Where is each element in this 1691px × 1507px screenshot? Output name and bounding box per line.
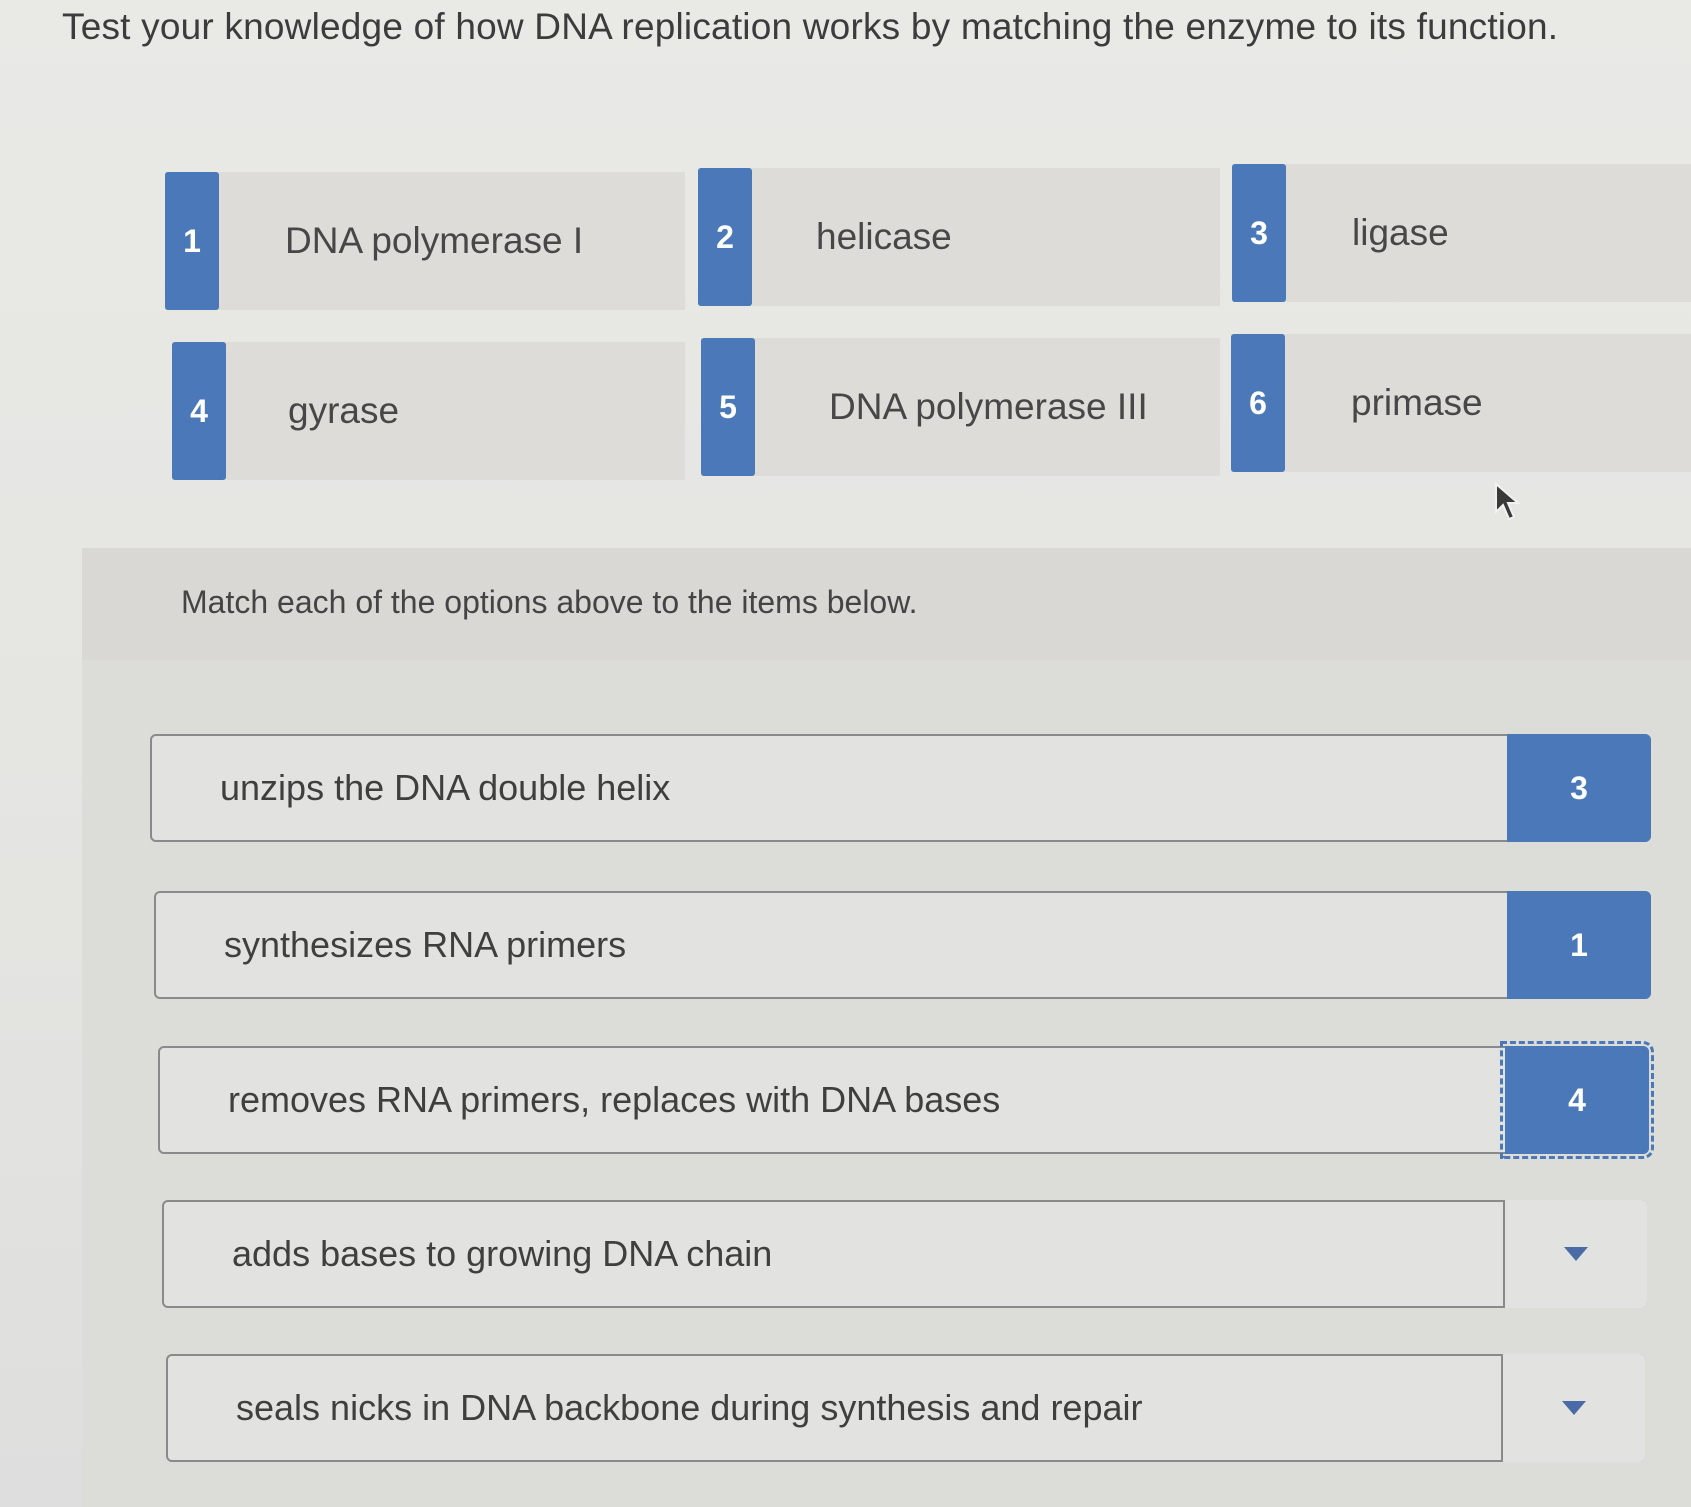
match-prompt: Match each of the options above to the i…: [181, 584, 918, 620]
option-label: DNA polymerase III: [829, 386, 1148, 427]
option-number-badge: 5: [701, 338, 755, 476]
answer-slot[interactable]: 3: [1507, 734, 1651, 842]
option-tile-4[interactable]: 4 gyrase: [172, 342, 685, 480]
answer-slot[interactable]: 4: [1500, 1041, 1654, 1159]
match-item-2: synthesizes RNA primers 1: [154, 891, 1651, 999]
mouse-cursor-icon: [1494, 481, 1522, 529]
match-item-5: seals nicks in DNA backbone during synth…: [166, 1354, 1645, 1462]
option-tile-1[interactable]: 1 DNA polymerase I: [165, 172, 685, 310]
answer-dropdown[interactable]: [1501, 1354, 1645, 1462]
match-item-text: synthesizes RNA primers: [224, 924, 627, 965]
match-item-text: adds bases to growing DNA chain: [232, 1233, 773, 1274]
match-item-text: removes RNA primers, replaces with DNA b…: [228, 1079, 1001, 1120]
option-number-badge: 4: [172, 342, 226, 480]
instructions-text: Test your knowledge of how DNA replicati…: [62, 6, 1559, 47]
match-item-4: adds bases to growing DNA chain: [162, 1200, 1647, 1308]
answer-slot[interactable]: 1: [1507, 891, 1651, 999]
option-number-badge: 1: [165, 172, 219, 310]
option-label: DNA polymerase I: [285, 220, 584, 261]
option-number-badge: 2: [698, 168, 752, 306]
option-label: ligase: [1352, 212, 1449, 253]
option-number-badge: 6: [1231, 334, 1285, 472]
option-tile-2[interactable]: 2 helicase: [698, 168, 1220, 306]
match-item-1: unzips the DNA double helix 3: [150, 734, 1651, 842]
option-tile-5[interactable]: 5 DNA polymerase III: [701, 338, 1220, 476]
option-label: helicase: [816, 216, 952, 257]
option-number-badge: 3: [1232, 164, 1286, 302]
page: Test your knowledge of how DNA replicati…: [0, 0, 1691, 1507]
match-item-text: unzips the DNA double helix: [220, 767, 671, 808]
match-item-text: seals nicks in DNA backbone during synth…: [236, 1387, 1143, 1428]
option-tile-6[interactable]: 6 primase: [1231, 334, 1691, 472]
match-panel-header: Match each of the options above to the i…: [82, 548, 1691, 660]
answer-dropdown[interactable]: [1503, 1200, 1647, 1308]
chevron-down-icon: [1564, 1247, 1588, 1261]
option-label: gyrase: [288, 390, 400, 431]
option-tile-3[interactable]: 3 ligase: [1232, 164, 1691, 302]
option-label: primase: [1351, 382, 1483, 423]
match-panel: Match each of the options above to the i…: [82, 548, 1691, 1507]
chevron-down-icon: [1562, 1401, 1586, 1415]
match-item-3: removes RNA primers, replaces with DNA b…: [158, 1041, 1654, 1159]
